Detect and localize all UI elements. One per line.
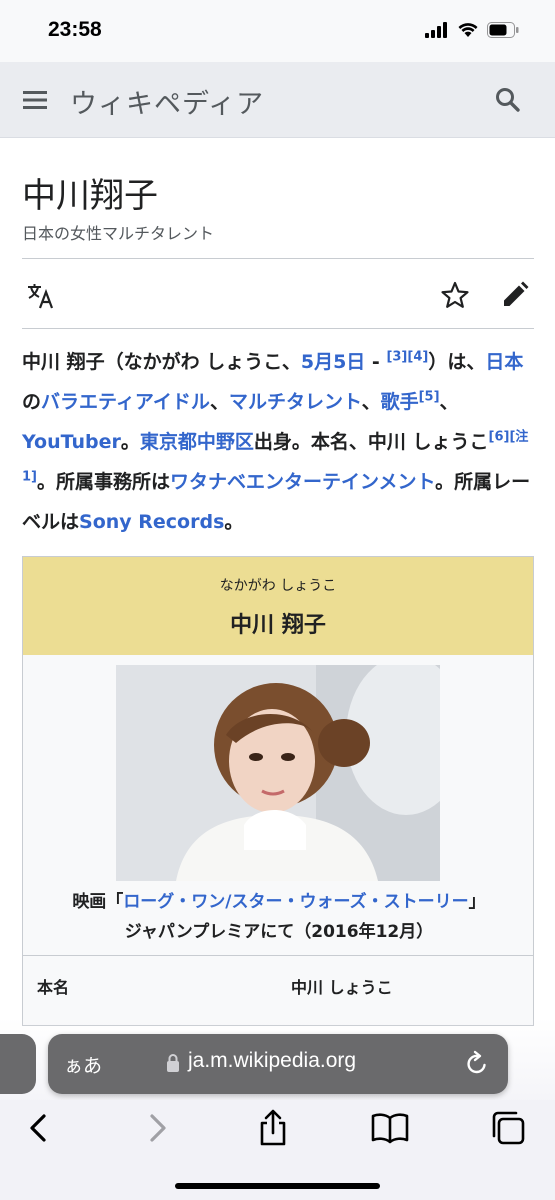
infobox-header: なかがわ しょうこ 中川 翔子 [23,557,533,655]
wikipedia-logo[interactable]: ウィキペディア [70,82,264,121]
date-link[interactable]: 5月5日 [301,351,365,373]
lead-text: 。所属事務所は [37,471,171,493]
singer-link[interactable]: 歌手 [381,391,419,413]
infobox-name: 中川 翔子 [230,613,326,638]
reload-icon[interactable] [464,1050,490,1078]
page-subtitle: 日本の女性マルチタレント [22,224,215,243]
infobox-row: 本名 中川 しょうこ [23,955,533,1013]
cellular-signal-icon [425,22,447,38]
lead-text: 出身。本名、中川 しょうこ [253,431,489,453]
wifi-icon [458,23,478,37]
language-icon[interactable] [26,282,56,310]
lead-text: 、 [361,391,381,413]
address-bar[interactable]: ぁあ ja.m.wikipedia.org [48,1034,508,1094]
lead-text: 、 [209,391,229,413]
infobox-reading: なかがわ しょうこ [219,578,337,594]
tabs-overview-icon[interactable] [488,1108,528,1148]
page-actions [0,270,555,320]
infobox-photo[interactable] [116,665,440,881]
infobox: なかがわ しょうこ 中川 翔子 映画「ローグ・ワン/スター・ウォーズ・ストーリー… [22,556,534,1026]
infobox-caption: 映画「ローグ・ワン/スター・ウォーズ・ストーリー」 ジャパンプレミアにて（201… [23,887,533,947]
divider [22,258,534,259]
ref-4-link[interactable]: [4] [407,350,428,365]
nakano-link[interactable]: 東京都中野区 [140,431,254,453]
lead-paragraph: 中川 翔子（なかがわ しょうこ、5月5日 - [3][4]）は、日本のバラエティ… [22,342,537,542]
divider [22,328,534,329]
lead-text: 。 [224,511,244,533]
infobox-value: 中川 しょうこ [291,978,393,997]
lead-text: 、 [439,391,459,413]
edit-pencil-icon[interactable] [500,280,530,310]
portrait-image [116,665,440,881]
lead-text: - [365,351,387,373]
ref-6-link[interactable]: [6] [489,430,510,445]
caption-text: 映画「 [72,892,124,912]
back-chevron-icon[interactable] [18,1108,58,1148]
lead-text: 中川 翔子（なかがわ しょうこ、 [22,351,301,373]
page-menu-button[interactable]: ぁあ [64,1051,102,1078]
lead-text: ）は、 [428,351,486,373]
url-text[interactable]: ja.m.wikipedia.org [188,1049,356,1073]
home-indicator[interactable] [175,1183,380,1189]
infobox-label: 本名 [37,978,70,997]
forward-chevron-icon[interactable] [138,1108,178,1148]
page-title: 中川翔子 [22,176,158,216]
caption-text: ジャパンプレミアにて（2016年12月） [124,922,434,942]
wiki-header: ウィキペディア [0,62,555,138]
status-icons [425,22,519,38]
lock-icon [167,1054,179,1072]
previous-tab-peek[interactable] [0,1034,36,1094]
ref-5-link[interactable]: [5] [419,390,440,405]
lead-text: 。 [120,431,140,453]
youtuber-link[interactable]: YouTuber [22,431,121,453]
agency-link[interactable]: ワタナベエンターテインメント [170,471,435,493]
lead-text: の [22,391,42,413]
caption-text: 」 [468,892,486,912]
variety-idol-link[interactable]: バラエティアイドル [41,391,210,413]
bookmarks-book-icon[interactable] [370,1108,410,1148]
share-icon[interactable] [253,1108,293,1148]
search-icon[interactable] [493,85,523,115]
label-link[interactable]: Sony Records [79,511,224,533]
menu-icon[interactable] [20,86,50,114]
multi-talent-link[interactable]: マルチタレント [229,391,362,413]
status-time: 23:58 [48,18,102,41]
rogue-one-link[interactable]: ローグ・ワン/スター・ウォーズ・ストーリー [123,892,468,912]
watch-star-icon[interactable] [440,280,470,310]
ref-3-link[interactable]: [3] [386,350,407,365]
battery-icon [487,22,519,38]
status-bar: 23:58 [0,0,555,62]
japan-link[interactable]: 日本 [485,351,523,373]
